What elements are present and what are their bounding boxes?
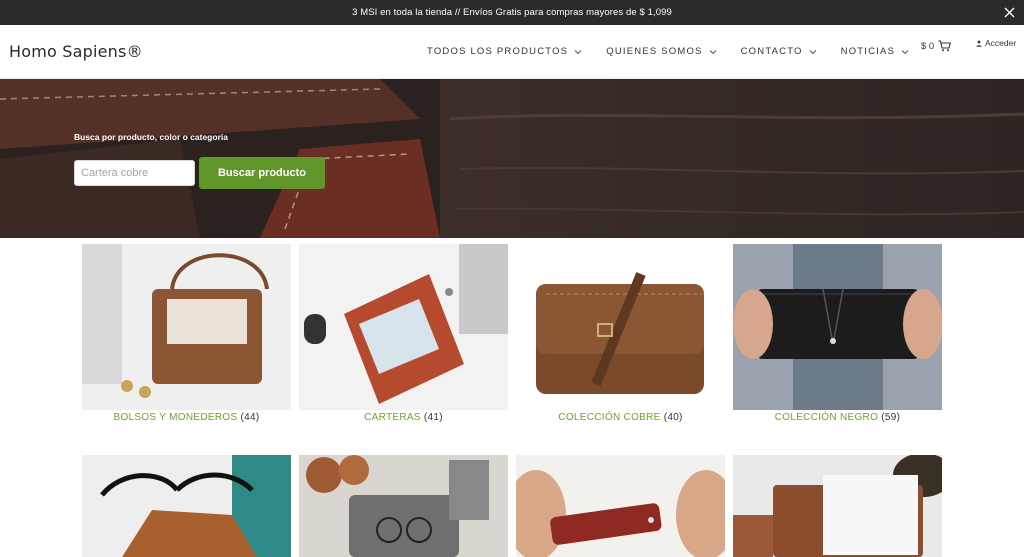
login-link[interactable]: Acceder	[976, 38, 1016, 48]
category-card-5[interactable]	[82, 455, 291, 557]
category-image	[516, 455, 725, 557]
cart-amount: $ 0	[921, 40, 935, 52]
category-card-8[interactable]	[733, 455, 942, 557]
nav-item-quienes-somos[interactable]: QUIENES SOMOS	[606, 46, 716, 57]
announcement-text: 3 MSI en toda la tienda // Envíos Gratis…	[352, 7, 672, 18]
category-image	[82, 455, 291, 557]
category-image	[516, 244, 725, 410]
category-image	[733, 244, 942, 410]
category-count: (40)	[663, 412, 683, 423]
announcement-bar: 3 MSI en toda la tienda // Envíos Gratis…	[0, 0, 1024, 25]
category-count: (41)	[423, 412, 443, 423]
category-name: COLECCIÓN COBRE	[558, 412, 661, 423]
category-image	[299, 244, 508, 410]
category-card-coleccion-negro[interactable]: COLECCIÓN NEGRO (59)	[733, 244, 942, 423]
user-icon	[976, 40, 982, 47]
category-name: COLECCIÓN NEGRO	[774, 412, 879, 423]
category-image	[82, 244, 291, 410]
login-label: Acceder	[985, 38, 1017, 48]
category-name: BOLSOS Y MONEDEROS	[113, 412, 238, 423]
category-count: (59)	[881, 412, 901, 423]
nav-item-todos-los-productos[interactable]: TODOS LOS PRODUCTOS	[427, 46, 582, 57]
category-caption: CARTERAS (41)	[299, 412, 508, 423]
category-image	[733, 455, 942, 557]
category-card-carteras[interactable]: CARTERAS (41)	[299, 244, 508, 423]
chevron-down-icon	[901, 49, 909, 54]
category-card-coleccion-cobre[interactable]: COLECCIÓN COBRE (40)	[516, 244, 725, 423]
nav-item-noticias[interactable]: NOTICIAS	[841, 46, 909, 57]
close-icon[interactable]	[1000, 3, 1018, 21]
nav-item-label: NOTICIAS	[840, 46, 896, 57]
hero-search-input[interactable]	[74, 160, 195, 186]
main-nav: TODOS LOS PRODUCTOS QUIENES SOMOS CONTAC…	[427, 46, 933, 57]
category-card-6[interactable]	[299, 455, 508, 557]
cart-button[interactable]: $ 0	[921, 40, 952, 52]
category-card-7[interactable]	[516, 455, 725, 557]
nav-item-label: TODOS LOS PRODUCTOS	[427, 46, 569, 57]
hero-search-label: Busca por producto, color o categoria	[74, 132, 228, 142]
category-card-bolsos-y-monederos[interactable]: BOLSOS Y MONEDEROS (44)	[82, 244, 291, 423]
hero-banner: Busca por producto, color o categoria Bu…	[0, 79, 1024, 238]
search-product-button[interactable]: Buscar producto	[199, 157, 325, 189]
chevron-down-icon	[709, 49, 716, 54]
category-name: CARTERAS	[364, 412, 421, 423]
chevron-down-icon	[809, 49, 816, 54]
category-caption: BOLSOS Y MONEDEROS (44)	[82, 412, 291, 423]
category-count: (44)	[240, 412, 260, 423]
chevron-down-icon	[574, 49, 582, 54]
site-logo[interactable]: Homo Sapiens®	[9, 42, 143, 61]
hero-background-image	[0, 79, 1024, 238]
nav-item-label: CONTACTO	[740, 46, 803, 57]
site-header: Homo Sapiens® TODOS LOS PRODUCTOS QUIENE…	[0, 25, 1024, 79]
category-image	[299, 455, 508, 557]
category-caption: COLECCIÓN COBRE (40)	[516, 412, 725, 423]
nav-item-contacto[interactable]: CONTACTO	[741, 46, 817, 57]
category-caption: COLECCIÓN NEGRO (59)	[733, 412, 942, 423]
cart-icon	[938, 40, 952, 52]
nav-item-label: QUIENES SOMOS	[606, 46, 703, 57]
